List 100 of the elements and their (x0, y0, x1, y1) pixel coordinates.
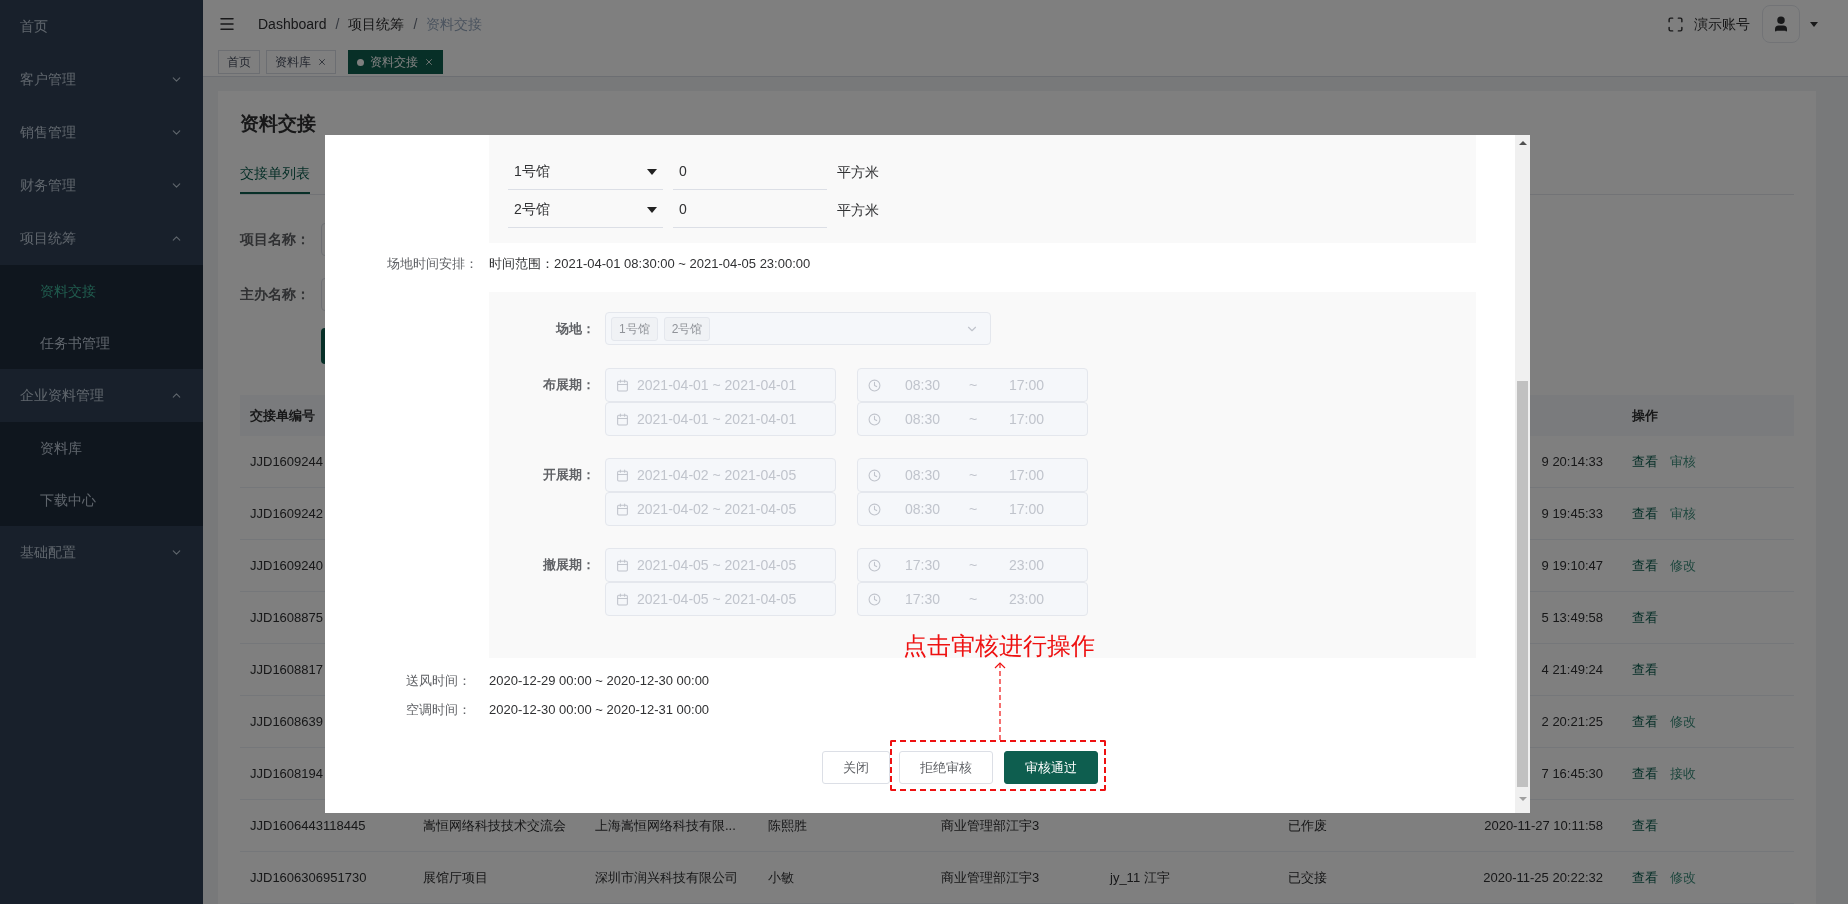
form-label: 撤展期： (542, 556, 595, 575)
breadcrumb-item[interactable]: Dashboard (258, 13, 327, 35)
scroll-up-icon (1518, 141, 1527, 145)
dialog-button[interactable]: 关闭 (822, 751, 890, 784)
area-input[interactable]: 0 (673, 192, 827, 228)
sidebar-item[interactable]: 首页 (0, 0, 203, 53)
table-cell: JJD1609242 (250, 505, 323, 521)
unit-label: 平方米 (837, 200, 879, 220)
row-action-link[interactable]: 审核 (1670, 503, 1696, 524)
scroll-down-icon (1518, 797, 1527, 801)
field-label: 空调时间： (405, 700, 472, 719)
table-cell: JJD1606443118445 (250, 817, 366, 833)
clock-icon (868, 378, 881, 392)
sidebar-subitem[interactable]: 资料交接 (0, 265, 203, 317)
sidebar-subitem[interactable]: 任务书管理 (0, 317, 203, 369)
table-cell: 商业管理部江宇3 (941, 869, 1040, 885)
table-cell: 商业管理部江宇3 (941, 817, 1040, 833)
row-action-link[interactable]: 查看 (1632, 659, 1658, 680)
form-label: 开展期： (542, 466, 595, 485)
row-action-link[interactable]: 查看 (1632, 711, 1658, 732)
table-cell: jy_11 江宇 (1110, 869, 1170, 885)
field-label: 场地时间安排： (386, 255, 479, 274)
table-cell: 上海嵩恒网络科技有限... (595, 817, 736, 833)
table-cell: 陈熙胜 (768, 817, 807, 833)
table-cell-text: 2020-11-25 20:22:32 (1483, 868, 1603, 887)
fullscreen-icon[interactable] (1667, 15, 1684, 33)
list-tab[interactable]: 交接单列表 (240, 154, 310, 194)
table-cell: 已交接 (1288, 869, 1327, 885)
clock-icon (868, 502, 881, 516)
clock-icon (868, 558, 881, 572)
table-cell: JJD1606306951730 (250, 869, 367, 885)
row-action-link[interactable]: 查看 (1632, 451, 1658, 472)
page-title: 资料交接 (240, 112, 317, 136)
table-cell-text: 2 20:21:25 (1541, 712, 1603, 731)
hall-select[interactable]: 1号馆 (508, 154, 663, 190)
venue-tag: 1号馆 (611, 316, 658, 341)
breadcrumb-item[interactable]: 项目统筹 (348, 13, 405, 35)
close-icon[interactable] (424, 57, 434, 68)
table-cell-text: 7 16:45:30 (1541, 764, 1603, 783)
table-cell-text: 5 13:49:58 (1541, 608, 1603, 627)
page-tag[interactable]: 首页 (218, 50, 260, 75)
row-action-link[interactable]: 查看 (1632, 763, 1658, 784)
hall-select[interactable]: 2号馆 (508, 192, 663, 228)
row-action-link[interactable]: 审核 (1670, 451, 1696, 472)
calendar-icon (616, 378, 629, 392)
column-header: 操作 (1632, 407, 1658, 423)
row-action-link[interactable]: 查看 (1632, 555, 1658, 576)
dropdown-triangle-icon (647, 168, 657, 175)
table-cell-text: 9 19:45:33 (1541, 504, 1603, 523)
page-tag[interactable]: 资料交接 (348, 50, 443, 75)
row-action-link[interactable]: 修改 (1670, 555, 1696, 576)
form-label: 场地： (554, 319, 595, 338)
sidebar-group[interactable]: 项目统筹 (0, 212, 203, 265)
close-icon[interactable] (317, 57, 327, 68)
sidebar-group[interactable]: 销售管理 (0, 106, 203, 159)
scrollbar-thumb[interactable] (1517, 381, 1528, 787)
sidebar-group[interactable]: 企业资料管理 (0, 369, 203, 422)
venue-tag: 2号馆 (663, 316, 711, 341)
table-cell-text: 4 21:49:24 (1541, 660, 1603, 679)
row-action-link[interactable]: 修改 (1670, 711, 1696, 732)
table-cell-text: 9 20:14:33 (1541, 452, 1603, 471)
breadcrumb-separator: / (413, 14, 418, 34)
filter-label: 主办名称： (240, 285, 311, 304)
avatar[interactable] (1762, 5, 1800, 44)
column-header: 交接单编号 (250, 407, 315, 423)
table-cell: JJD1608875 (250, 609, 323, 625)
sidebar-subitem[interactable]: 资料库 (0, 422, 203, 474)
table-cell: 小敏 (768, 869, 794, 885)
page-tag[interactable]: 资料库 (266, 50, 336, 75)
table-cell: 已作废 (1288, 817, 1327, 833)
breadcrumb-separator: / (335, 14, 340, 34)
calendar-icon (616, 558, 629, 572)
calendar-icon (616, 502, 629, 516)
row-action-link[interactable]: 接收 (1670, 763, 1696, 784)
dialog-button[interactable]: 拒绝审核 (899, 751, 993, 784)
area-input[interactable]: 0 (673, 154, 827, 190)
annotation-text: 点击审核进行操作 (903, 632, 1095, 660)
table-cell: 嵩恒网络科技技术交流会 (423, 817, 566, 833)
clock-icon (868, 468, 881, 482)
table-cell: JJD1608194 (250, 765, 323, 781)
table-cell-text: 2020-11-27 10:11:58 (1484, 816, 1603, 835)
clock-icon (868, 412, 881, 426)
row-action-link[interactable]: 查看 (1632, 815, 1658, 836)
sidebar-group[interactable]: 客户管理 (0, 53, 203, 106)
field-label: 送风时间： (405, 671, 472, 690)
row-action-link[interactable]: 查看 (1632, 503, 1658, 524)
caret-icon[interactable] (1810, 21, 1818, 27)
scrollbar[interactable] (1515, 135, 1530, 813)
field-value: 2020-12-30 00:00 ~ 2020-12-31 00:00 (489, 700, 710, 719)
user-silhouette-icon (1772, 15, 1790, 34)
sidebar-group[interactable]: 财务管理 (0, 159, 203, 212)
row-action-link[interactable]: 查看 (1632, 867, 1658, 888)
approve-button[interactable]: 审核通过 (1004, 751, 1098, 784)
table-cell: JJD1608639 (250, 713, 323, 729)
calendar-icon (616, 468, 629, 482)
unit-label: 平方米 (837, 162, 879, 182)
row-action-link[interactable]: 修改 (1670, 867, 1696, 888)
row-action-link[interactable]: 查看 (1632, 607, 1658, 628)
sidebar-subitem[interactable]: 下载中心 (0, 474, 203, 526)
sidebar-group[interactable]: 基础配置 (0, 526, 203, 579)
